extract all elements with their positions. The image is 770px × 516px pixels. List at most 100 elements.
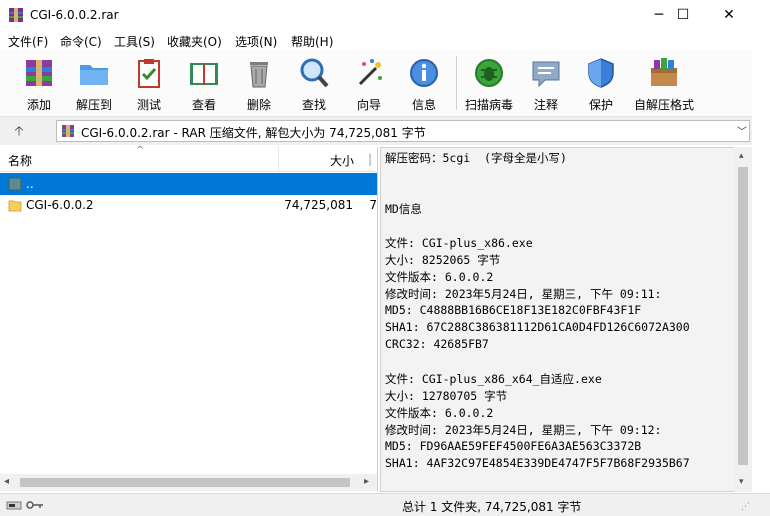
column-name-header[interactable]: 名称 (8, 152, 32, 169)
add-button[interactable]: 添加 (11, 52, 67, 114)
menu-favorites[interactable]: 收藏夹(O) (167, 33, 222, 50)
file-list-header: 名称 ^ 大小 | (0, 145, 377, 172)
path-dropdown-icon[interactable]: ﹀ (737, 123, 747, 138)
list-item-name: .. (26, 177, 34, 191)
delete-button[interactable]: 删除 (231, 52, 287, 114)
scroll-left-icon[interactable]: ◂ (4, 476, 9, 487)
protect-label: 保护 (588, 98, 613, 112)
comment-line: 修改时间: 2023年5月24日, 星期三, 下午 09:11: (385, 287, 662, 301)
comment-button[interactable]: 注释 (518, 52, 574, 114)
trash-icon (250, 62, 268, 88)
archive-icon (62, 125, 74, 137)
toolbar: 添加 解压到 测试 查看 删除 查找 向导 信息 扫描病毒 注释 保护 自解压格… (0, 50, 752, 117)
comment-line: 文件版本: 6.0.0.2 (385, 270, 494, 284)
title-bar: CGI-6.0.0.2.rar ─ ☐ ✕ (0, 0, 770, 30)
comment-panel: 解压密码：5cgi (字母全是小写) MD信息 文件: CGI-plus_x86… (380, 147, 752, 492)
view-label: 查看 (191, 98, 216, 112)
comment-line: CRC32: 42685FB7 (385, 337, 489, 351)
maximize-button[interactable]: ☐ (660, 0, 706, 30)
comment-line: 文件: CGI-plus_x86.exe (385, 236, 533, 250)
menu-help[interactable]: 帮助(H) (291, 33, 333, 50)
up-arrow-icon: 🡡 (14, 124, 24, 139)
address-bar: 🡡 CGI-6.0.0.2.rar - RAR 压缩文件, 解包大小为 74,7… (0, 117, 752, 145)
scan-virus-button[interactable]: 扫描病毒 (461, 52, 517, 114)
parent-folder-icon (8, 177, 22, 191)
up-folder-button[interactable]: 🡡 (8, 122, 30, 140)
test-clipboard-icon (138, 59, 160, 88)
comment-line: 修改时间: 2023年5月24日, 星期三, 下午 09:12: (385, 423, 662, 437)
comment-line: MD5: C4888BB16B6CE18F13E182C0FBF43F1F (385, 303, 642, 317)
extract-folder-icon (80, 65, 108, 85)
scroll-up-icon[interactable]: ▴ (739, 151, 744, 161)
menu-bar: 文件(F) 命令(C) 工具(S) 收藏夹(O) 选项(N) 帮助(H) (0, 30, 770, 50)
extract-to-button[interactable]: 解压到 (66, 52, 122, 114)
toolbar-separator (456, 56, 457, 110)
wizard-button[interactable]: 向导 (341, 52, 397, 114)
list-item-name: CGI-6.0.0.2 (26, 198, 94, 212)
maximize-icon: ☐ (676, 7, 690, 23)
column-size-header[interactable]: 大小 (330, 152, 354, 169)
close-button[interactable]: ✕ (706, 0, 752, 30)
resize-grip-icon[interactable]: ⋰ (741, 502, 750, 512)
test-button[interactable]: 测试 (121, 52, 177, 114)
scroll-thumb[interactable] (738, 167, 748, 465)
comment-line: MD信息 (385, 202, 422, 216)
list-item-extra: 7 (369, 198, 377, 212)
add-label: 添加 (26, 98, 51, 112)
view-button[interactable]: 查看 (176, 52, 232, 114)
list-item-size: 74,725,081 (284, 198, 353, 212)
path-text: CGI-6.0.0.2.rar - RAR 压缩文件, 解包大小为 74,725… (81, 126, 426, 140)
column-divider[interactable] (278, 147, 279, 171)
add-archive-icon (26, 60, 52, 86)
comment-line: 解压密码：5cgi (字母全是小写) (385, 151, 567, 165)
list-item-parent[interactable]: .. (0, 173, 377, 195)
vertical-scrollbar[interactable]: ▴ ▾ (734, 147, 752, 492)
info-button[interactable]: 信息 (396, 52, 452, 114)
info-icon (410, 59, 438, 87)
sfx-box-icon (651, 58, 677, 86)
sfx-button[interactable]: 自解压格式 (630, 52, 698, 114)
menu-tools[interactable]: 工具(S) (114, 33, 155, 50)
info-label: 信息 (411, 98, 436, 112)
column-next-header[interactable]: | (368, 152, 372, 166)
sfx-label: 自解压格式 (633, 98, 694, 112)
comment-line: 大小: 12780705 字节 (385, 389, 508, 403)
menu-command[interactable]: 命令(C) (60, 33, 102, 50)
virus-scan-icon (475, 59, 503, 87)
comment-icon (532, 61, 560, 88)
find-label: 查找 (301, 98, 326, 112)
window-border (752, 0, 770, 515)
file-list: 名称 ^ 大小 | .. CGI-6.0.0.2 74,725,081 7 ◂ … (0, 145, 378, 492)
find-button[interactable]: 查找 (286, 52, 342, 114)
list-item-folder[interactable]: CGI-6.0.0.2 74,725,081 7 (0, 194, 377, 216)
menu-options[interactable]: 选项(N) (235, 33, 277, 50)
close-icon: ✕ (723, 7, 735, 23)
comment-line: 文件版本: 6.0.0.2 (385, 406, 494, 420)
view-book-icon (190, 63, 218, 85)
comment-line: 大小: 8252065 字节 (385, 253, 501, 267)
shield-icon (588, 58, 614, 88)
scroll-down-icon[interactable]: ▾ (739, 477, 744, 487)
status-bar: 总计 1 文件夹, 74,725,081 字节 ⋰ (0, 493, 770, 516)
comment-line: SHA1: 4AF32C97E4854E339DE4747F5F7B68F293… (385, 456, 690, 470)
test-label: 测试 (136, 98, 161, 112)
wizard-wand-icon (358, 59, 382, 86)
scroll-right-icon[interactable]: ▸ (364, 476, 369, 487)
status-summary: 总计 1 文件夹, 74,725,081 字节 (402, 500, 582, 514)
comment-line: SHA1: 67C288C386381112D61CA0D4FD126C6072… (385, 320, 690, 334)
comment-label: 注释 (533, 98, 558, 112)
horizontal-scrollbar[interactable]: ◂ ▸ (0, 474, 377, 491)
extract-to-label: 解压到 (75, 98, 112, 112)
menu-file[interactable]: 文件(F) (8, 33, 48, 50)
drive-key-icon (6, 501, 43, 510)
protect-button[interactable]: 保护 (573, 52, 629, 114)
delete-label: 删除 (246, 98, 271, 112)
window-title: CGI-6.0.0.2.rar (30, 8, 119, 22)
winrar-app-icon (9, 8, 23, 22)
scroll-thumb[interactable] (20, 478, 350, 487)
wizard-label: 向导 (356, 98, 381, 112)
folder-icon (8, 200, 22, 212)
comment-line: 文件: CGI-plus_x86_x64_自适应.exe (385, 372, 602, 386)
comment-line: MD5: FD96AAE59FEF4500FE6A3AE563C3372B (385, 439, 642, 453)
path-field[interactable]: CGI-6.0.0.2.rar - RAR 压缩文件, 解包大小为 74,725… (56, 120, 750, 142)
